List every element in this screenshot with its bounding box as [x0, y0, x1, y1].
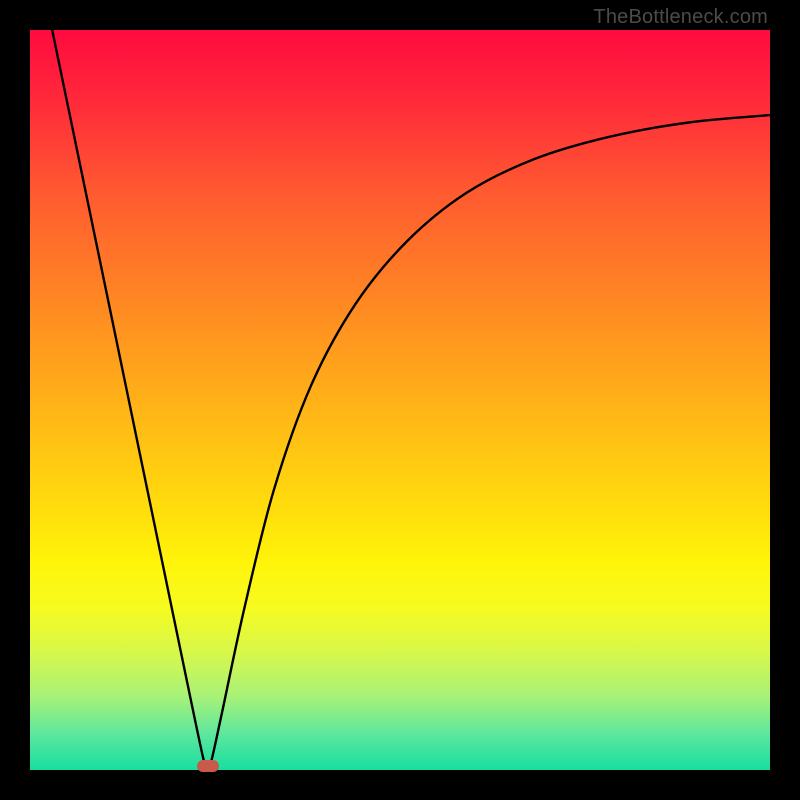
chart-frame: TheBottleneck.com [0, 0, 800, 800]
minimum-marker [197, 760, 219, 772]
plot-area [30, 30, 770, 770]
watermark-text: TheBottleneck.com [593, 6, 768, 29]
curve-svg [30, 30, 770, 770]
bottleneck-curve [52, 30, 770, 770]
